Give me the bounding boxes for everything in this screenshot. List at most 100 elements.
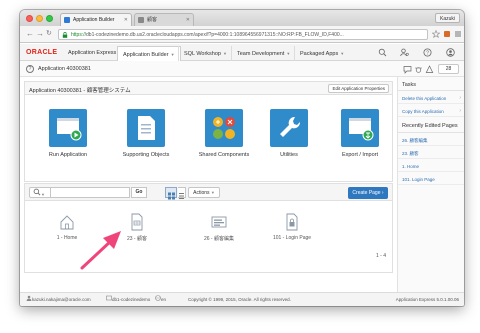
close-window-button[interactable] <box>26 15 33 22</box>
export-import-icon <box>341 109 379 147</box>
page-help-icon[interactable]: ? <box>26 65 34 73</box>
application-region-title: Application 40300381 - 顧客管理システム <box>29 88 131 94</box>
actions-menu-button[interactable]: Actions ▼ <box>188 187 220 198</box>
copy-application-link[interactable]: Copy this Application › <box>398 104 464 117</box>
star-icon[interactable] <box>432 30 440 38</box>
browser-tab-application-builder[interactable]: Application Builder ✕ <box>60 13 132 26</box>
page-search-input[interactable] <box>50 187 130 198</box>
task-label: Delete this Application <box>402 96 447 101</box>
shortcut-button[interactable]: 28 <box>438 64 459 74</box>
home-page-icon <box>59 213 75 231</box>
run-application-tile[interactable]: Run Application <box>33 109 103 158</box>
footer-version: Application Express 5.0.1.00.06 <box>395 297 459 302</box>
grid-view-icon <box>168 192 175 200</box>
icon-view-button[interactable] <box>165 187 177 200</box>
chevron-down-icon: ▼ <box>170 52 175 57</box>
edit-application-properties-button[interactable]: Edit Application Properties <box>328 84 389 93</box>
chevron-right-icon: › <box>459 95 461 101</box>
nav-tab-label: Application Builder <box>123 52 169 58</box>
application-region-header: Application 40300381 - 顧客管理システム Edit App… <box>24 81 393 95</box>
run-application-icon <box>49 109 87 147</box>
apex-header: ORACLE Application Express Application B… <box>20 44 464 61</box>
page-label: 1 - Home <box>56 235 78 241</box>
page-label: 23 - 顧客 <box>126 236 147 242</box>
menu-icon[interactable] <box>454 30 462 38</box>
lock-icon <box>62 32 68 38</box>
tile-label: Supporting Objects <box>122 152 170 158</box>
main-content: Application 40300381 - 顧客管理システム Edit App… <box>20 77 397 292</box>
page-label: 26 - 顧客編集 <box>203 236 234 242</box>
recent-page-link[interactable]: 23. 顧客 <box>398 146 464 159</box>
utilities-tile[interactable]: Utilities <box>254 109 324 158</box>
list-view-icon <box>179 193 184 199</box>
oracle-logo: ORACLE <box>26 49 58 56</box>
chevron-down-icon: ▼ <box>286 51 291 56</box>
nav-tab-packaged-apps[interactable]: Packaged Apps ▼ <box>294 46 349 61</box>
supporting-objects-icon <box>127 109 165 147</box>
application-id-title: Application 40300381 <box>38 66 91 72</box>
actions-label: Actions <box>193 190 210 196</box>
application-subheader: ? Application 40300381 28 <box>20 61 464 77</box>
apex-footer: kazuki.nakajima@oracle.com db1-codezined… <box>20 292 464 306</box>
url-text: db1-codezinedemo.db.us2.oraclecloudapps.… <box>86 32 344 38</box>
shared-components-tile[interactable]: Shared Components <box>189 109 259 158</box>
minimize-window-button[interactable] <box>36 15 43 22</box>
footer-workspace-name: db1-codezinedemo <box>112 297 151 302</box>
account-icon[interactable] <box>446 48 455 57</box>
recent-page-link[interactable]: 26. 顧客編集 <box>398 133 464 146</box>
delete-application-link[interactable]: Delete this Application › <box>398 91 464 104</box>
shortcut-button-label: 28 <box>445 66 452 72</box>
search-column-selector[interactable]: ▼ <box>29 187 51 198</box>
report-view-button[interactable] <box>178 187 186 199</box>
shared-components-icon <box>205 109 243 147</box>
tasks-heading: Tasks <box>398 77 464 91</box>
page-label: 101 - Login Page <box>272 235 312 241</box>
browser-window: Application Builder ✕ 顧客 ✕ Kazuki ← → ↻ … <box>20 10 464 306</box>
recent-page-link[interactable]: 101. Login Page <box>398 172 464 185</box>
extension-icon[interactable] <box>443 30 451 38</box>
team-dev-icon[interactable] <box>425 65 434 74</box>
recent-page-link[interactable]: 1. Home <box>398 159 464 172</box>
pages-toolbar: ▼ Go Actions ▼ Create Page › <box>24 183 393 201</box>
recent-page-label: 26. 顧客編集 <box>402 138 428 143</box>
export-import-tile[interactable]: Export / Import <box>325 109 395 158</box>
footer-user: kazuki.nakajima@oracle.com <box>26 293 91 306</box>
page-favicon-icon <box>138 17 144 23</box>
create-page-button[interactable]: Create Page › <box>348 187 388 199</box>
page-item-login[interactable]: 101 - Login Page <box>262 213 322 241</box>
footer-language[interactable]: en <box>155 293 166 306</box>
comments-icon[interactable] <box>403 65 412 74</box>
reload-icon[interactable]: ↻ <box>46 29 52 39</box>
forward-arrow-icon[interactable]: → <box>36 29 44 39</box>
go-button[interactable]: Go <box>131 187 147 198</box>
browser-tab-customer[interactable]: 顧客 ✕ <box>134 13 194 26</box>
address-bar[interactable]: https://db1-codezinedemo.db.us2.oraclecl… <box>58 29 428 40</box>
nav-tab-application-builder[interactable]: Application Builder ▼ <box>117 46 181 61</box>
tile-label: Shared Components <box>198 152 250 158</box>
back-arrow-icon[interactable]: ← <box>26 29 34 39</box>
page-item-home[interactable]: 1 - Home <box>37 213 97 241</box>
maximize-window-button[interactable] <box>46 15 53 22</box>
page-item-customer-edit[interactable]: 26 - 顧客編集 <box>189 213 249 242</box>
go-button-label: Go <box>135 189 143 195</box>
profile-badge[interactable]: Kazuki <box>434 13 460 23</box>
supporting-objects-tile[interactable]: Supporting Objects <box>111 109 181 158</box>
page-item-customer[interactable]: 23 - 顧客 <box>107 213 167 242</box>
tasks-sidebar: Tasks Delete this Application › Copy this… <box>397 77 464 292</box>
help-icon[interactable]: ? <box>423 48 432 57</box>
application-tiles: Run Application Supporting Objects Share… <box>24 95 393 182</box>
nav-tab-sql-workshop[interactable]: SQL Workshop ▼ <box>178 46 232 61</box>
chevron-down-icon: ▼ <box>223 51 227 56</box>
bug-icon[interactable] <box>414 65 423 74</box>
chevron-down-icon: ▼ <box>210 190 215 195</box>
nav-tab-team-development[interactable]: Team Development ▼ <box>231 46 295 61</box>
report-page-icon <box>129 213 145 231</box>
tile-label: Export / Import <box>341 152 379 158</box>
nav-tab-label: SQL Workshop <box>184 51 221 57</box>
footer-workspace: db1-codezinedemo <box>106 293 150 306</box>
search-icon[interactable] <box>378 48 387 57</box>
admin-user-icon[interactable] <box>400 48 409 57</box>
footer-language-code: en <box>161 297 167 302</box>
footer-copyright: Copyright © 1999, 2015, Oracle. All righ… <box>188 297 291 302</box>
search-icon <box>33 188 41 196</box>
